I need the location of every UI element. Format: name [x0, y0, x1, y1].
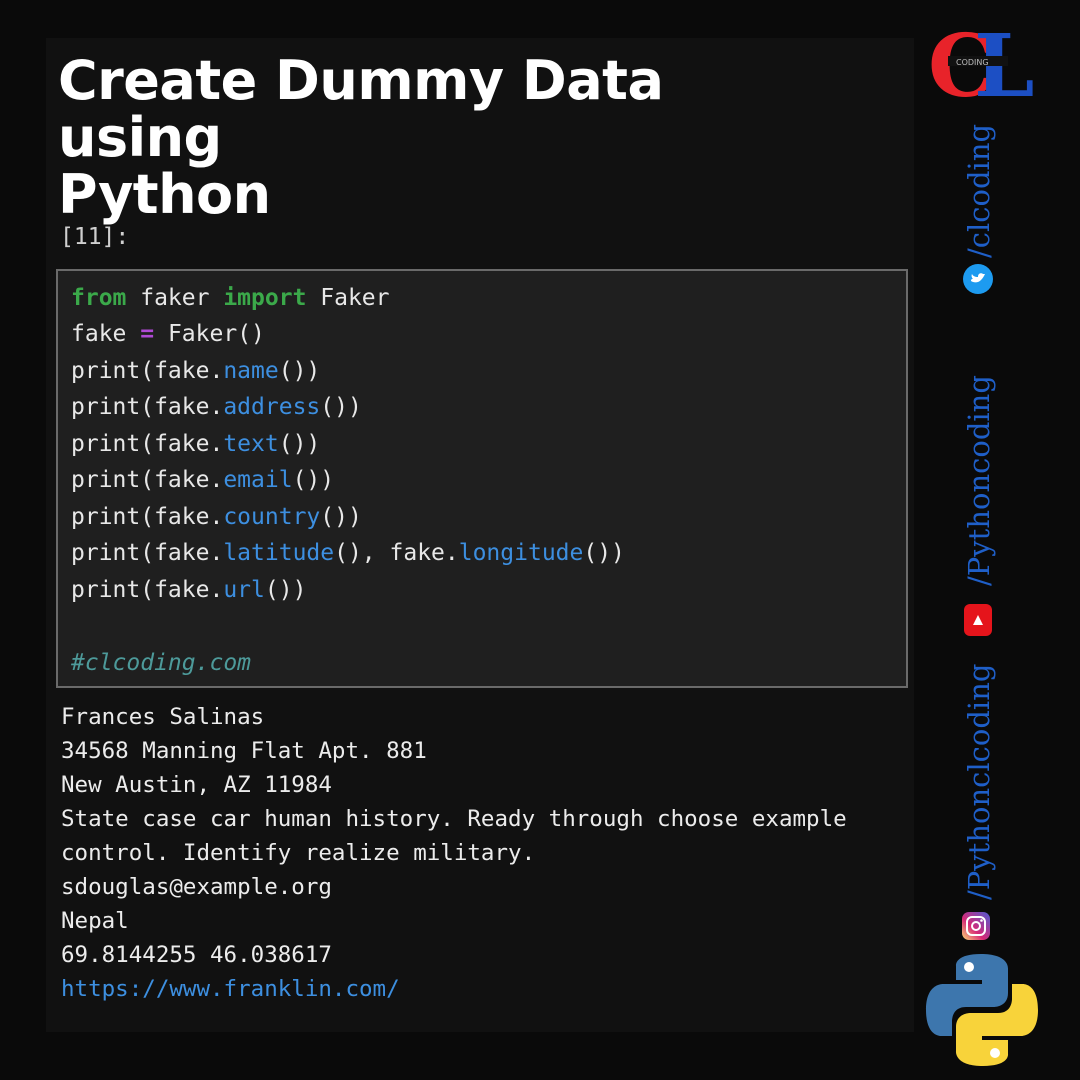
- output-line: control. Identify realize military.: [61, 840, 536, 866]
- assign-operator: =: [140, 321, 155, 347]
- code-text: ()): [320, 394, 362, 420]
- python-logo-icon: [924, 952, 1040, 1072]
- code-text: print(fake.: [71, 431, 224, 457]
- variable-name: fake: [71, 321, 141, 347]
- method-name: name: [223, 358, 279, 384]
- code-line-8: print(fake.latitude(), fake.longitude()): [71, 540, 625, 566]
- output-line: Frances Salinas: [61, 704, 265, 730]
- youtube-handle[interactable]: /Pythoncoding: [962, 375, 996, 586]
- clcoding-logo: C L CODING: [928, 16, 1046, 117]
- code-line-2: fake = Faker(): [71, 321, 265, 347]
- method-name: email: [223, 467, 293, 493]
- method-name: longitude: [458, 540, 584, 566]
- twitter-icon[interactable]: [963, 264, 993, 298]
- keyword-import: import: [223, 285, 307, 311]
- title-line-2: Python: [58, 163, 271, 226]
- output-line: 34568 Manning Flat Apt. 881: [61, 738, 427, 764]
- module-name: faker: [126, 285, 224, 311]
- page-title: Create Dummy Data using Python: [58, 52, 838, 223]
- code-text: print(fake.: [71, 577, 224, 603]
- code-text: (), fake.: [334, 540, 459, 566]
- code-text: ()): [264, 577, 307, 603]
- instagram-handle[interactable]: /Pythonclcoding: [962, 664, 996, 900]
- code-comment: #clcoding.com: [71, 650, 252, 676]
- class-name: Faker: [306, 285, 390, 311]
- code-line-7: print(fake.country()): [71, 504, 362, 530]
- method-name: url: [223, 577, 265, 603]
- code-text: print(fake.: [71, 467, 224, 493]
- code-line-4: print(fake.address()): [71, 394, 362, 420]
- output-line: 69.8144255 46.038617: [61, 942, 332, 968]
- code-text: print(fake.: [71, 504, 224, 530]
- code-text: print(fake.: [71, 358, 224, 384]
- output-line: sdouglas@example.org: [61, 874, 332, 900]
- code-text: ()): [320, 504, 362, 530]
- constructor-call: Faker(): [154, 321, 265, 347]
- code-line-9: print(fake.url()): [71, 577, 306, 603]
- code-line-3: print(fake.name()): [71, 358, 320, 384]
- keyword-from: from: [71, 285, 127, 311]
- code-text: ()): [278, 431, 321, 457]
- code-text: print(fake.: [71, 394, 224, 420]
- code-text: ()): [292, 467, 335, 493]
- output-line: New Austin, AZ 11984: [61, 772, 332, 798]
- code-line-1: from faker import Faker: [71, 285, 390, 311]
- method-name: country: [223, 504, 321, 530]
- output-url-link[interactable]: https://www.franklin.com/: [61, 976, 400, 1002]
- code-line-6: print(fake.email()): [71, 467, 334, 493]
- title-line-1: Create Dummy Data using: [58, 49, 664, 169]
- output-line: State case car human history. Ready thro…: [61, 806, 847, 832]
- code-text: print(fake.: [71, 540, 224, 566]
- cell-prompt: [11]:: [60, 224, 130, 250]
- youtube-icon[interactable]: [964, 604, 992, 640]
- method-name: latitude: [223, 540, 335, 566]
- code-text: ()): [278, 358, 321, 384]
- code-text: ()): [583, 540, 625, 566]
- method-name: address: [223, 394, 321, 420]
- svg-text:CODING: CODING: [956, 58, 989, 67]
- code-cell[interactable]: from faker import Faker fake = Faker() p…: [56, 269, 908, 688]
- twitter-handle[interactable]: /clcoding: [962, 124, 996, 258]
- instagram-icon[interactable]: [962, 912, 990, 944]
- output-line: Nepal: [61, 908, 129, 934]
- code-line-5: print(fake.text()): [71, 431, 320, 457]
- method-name: text: [223, 431, 279, 457]
